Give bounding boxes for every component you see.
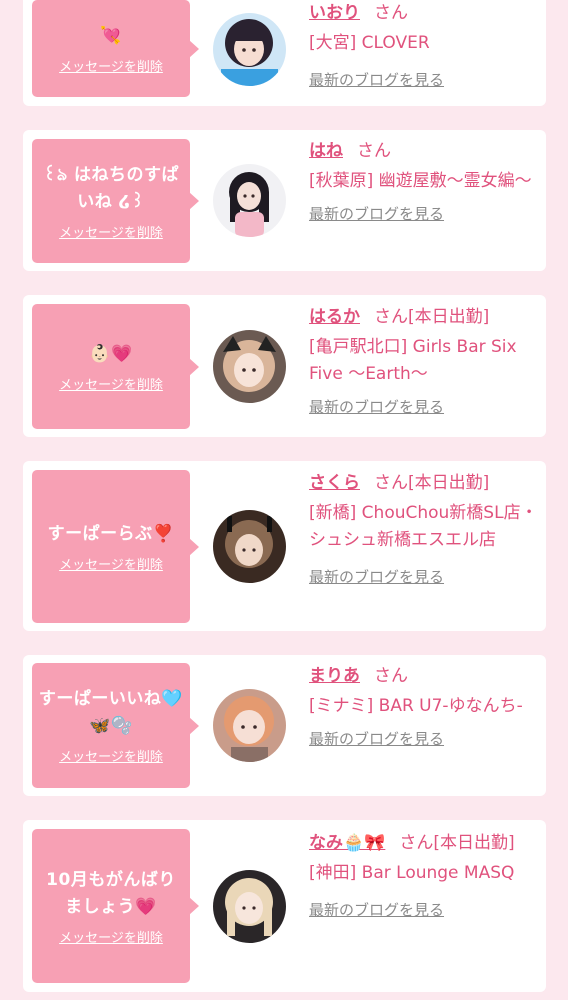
girl-avatar-icon [213,13,286,86]
message-card: すーぱーらぶ❣️ メッセージを削除 さくら さん[本日出勤] [新橋] ChouC… [23,461,546,631]
message-bubble: 10月もがんばりましょう💗 メッセージを削除 [32,829,190,983]
name-line: はね さん [309,138,539,165]
girl-name-link[interactable]: いおり [309,3,360,23]
avatar[interactable] [213,13,286,86]
girl-name-link[interactable]: はるか [309,307,360,327]
message-card: ꒰ঌ はねちのすぱいね ໒꒱ メッセージを削除 はね さん [秋葉原] 幽遊屋敷〜… [23,130,546,271]
avatar[interactable] [213,330,286,403]
girl-name-link[interactable]: まりあ [309,666,360,686]
girl-info: いおり さん [大宮] CLOVER 最新のブログを見る [309,0,539,90]
name-line: いおり さん [309,0,539,27]
latest-blog-link[interactable]: 最新のブログを見る [309,396,444,417]
name-suffix: さん [374,3,408,23]
shop-name: [亀戸駅北口] Girls Bar Six Five 〜Earth〜 [309,337,517,384]
girl-info: はね さん [秋葉原] 幽遊屋敷〜霊女編〜 最新のブログを見る [309,138,539,224]
name-line: なみ🧁🎀 さん[本日出勤] [309,830,539,857]
delete-message-link[interactable]: メッセージを削除 [59,746,163,765]
girl-name-link[interactable]: なみ🧁🎀 [309,833,385,853]
delete-message-link[interactable]: メッセージを削除 [59,927,163,946]
girl-info: まりあ さん [ミナミ] BAR U7-ゆなんち- 最新のブログを見る [309,663,539,749]
delete-message-link[interactable]: メッセージを削除 [59,554,163,573]
message-text: すーぱーいいね🩵🦋🫧 [38,689,184,736]
girl-name-link[interactable]: はね [309,141,343,161]
girl-avatar-icon [213,164,286,237]
message-card: 10月もがんばりましょう💗 メッセージを削除 なみ🧁🎀 さん[本日出勤] [神田]… [23,820,546,992]
girl-name-link[interactable]: さくら [309,473,360,493]
name-line: まりあ さん [309,663,539,690]
latest-blog-link[interactable]: 最新のブログを見る [309,203,444,224]
message-text: 👶🏻💗 [89,343,133,364]
girl-info: なみ🧁🎀 さん[本日出勤] [神田] Bar Lounge MASQ 最新のブログ… [309,830,539,920]
girl-avatar-icon [213,330,286,403]
latest-blog-link[interactable]: 最新のブログを見る [309,566,444,587]
name-suffix: さん[本日出勤] [399,833,515,853]
girl-info: さくら さん[本日出勤] [新橋] ChouChou新橋SL店・シュシュ新橋エスエ… [309,470,539,587]
name-line: はるか さん[本日出勤] [309,304,539,331]
message-bubble: 👶🏻💗 メッセージを削除 [32,304,190,429]
girl-avatar-icon [213,689,286,762]
delete-message-link[interactable]: メッセージを削除 [59,374,163,393]
shop-name: [大宮] CLOVER [309,33,430,53]
delete-message-link[interactable]: メッセージを削除 [59,56,163,75]
name-suffix: さん [357,141,391,161]
avatar[interactable] [213,870,286,943]
message-bubble: 💘 メッセージを削除 [32,0,190,97]
name-suffix: さん [374,666,408,686]
message-text: 10月もがんばりましょう💗 [46,869,176,917]
name-suffix: さん[本日出勤] [374,307,490,327]
name-suffix: さん[本日出勤] [374,473,490,493]
girl-avatar-icon [213,870,286,943]
message-feed: 💘 メッセージを削除 いおりさん [大宮] CLOVER 最新のブログを見る [0,0,568,1000]
girl-avatar-icon [213,510,286,583]
delete-message-link[interactable]: メッセージを削除 [59,222,163,241]
message-card: すーぱーいいね🩵🦋🫧 メッセージを削除 まりあ さん [ミナミ] BAR U7-ゆ… [23,655,546,796]
message-card: 💘 メッセージを削除 いおり さん [大宮] CLOVER 最新のブログを見る [23,0,546,106]
message-text: 💘 [100,25,122,46]
message-text: ꒰ঌ はねちのすぱいね ໒꒱ [43,164,179,212]
message-bubble: すーぱーいいね🩵🦋🫧 メッセージを削除 [32,663,190,788]
message-text: すーぱーらぶ❣️ [47,523,175,544]
latest-blog-link[interactable]: 最新のブログを見る [309,69,444,90]
shop-name: [神田] Bar Lounge MASQ [309,863,515,883]
latest-blog-link[interactable]: 最新のブログを見る [309,899,444,920]
shop-name: [ミナミ] BAR U7-ゆなんち- [309,696,523,716]
latest-blog-link[interactable]: 最新のブログを見る [309,728,444,749]
name-line: さくら さん[本日出勤] [309,470,539,497]
shop-name: [秋葉原] 幽遊屋敷〜霊女編〜 [309,171,532,191]
message-bubble: ꒰ঌ はねちのすぱいね ໒꒱ メッセージを削除 [32,139,190,263]
avatar[interactable] [213,689,286,762]
message-bubble: すーぱーらぶ❣️ メッセージを削除 [32,470,190,623]
avatar[interactable] [213,164,286,237]
message-card: 👶🏻💗 メッセージを削除 はるか さん[本日出勤] [亀戸駅北口] Girls B… [23,295,546,437]
shop-name: [新橋] ChouChou新橋SL店・シュシュ新橋エスエル店 [309,503,538,550]
avatar[interactable] [213,510,286,583]
girl-info: はるか さん[本日出勤] [亀戸駅北口] Girls Bar Six Five 〜… [309,304,539,417]
